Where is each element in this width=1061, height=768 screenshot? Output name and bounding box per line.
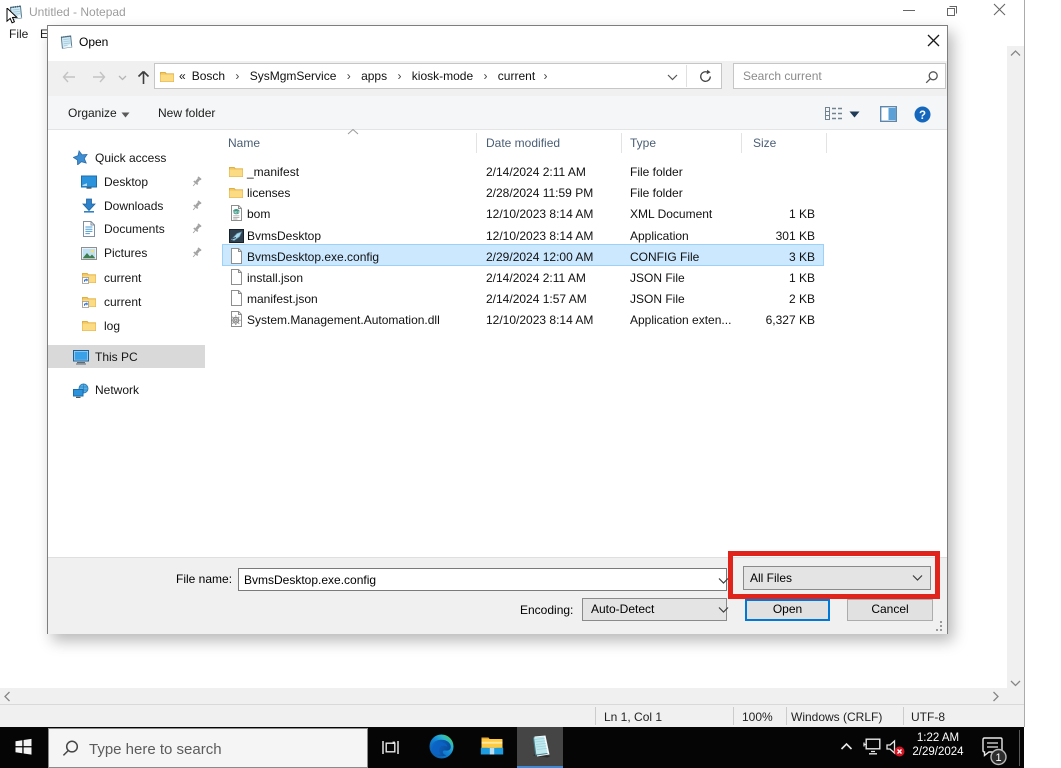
svg-text:?: ? <box>919 110 926 122</box>
svg-text:<e>: <e> <box>232 210 240 215</box>
svg-text:1: 1 <box>995 752 1001 764</box>
